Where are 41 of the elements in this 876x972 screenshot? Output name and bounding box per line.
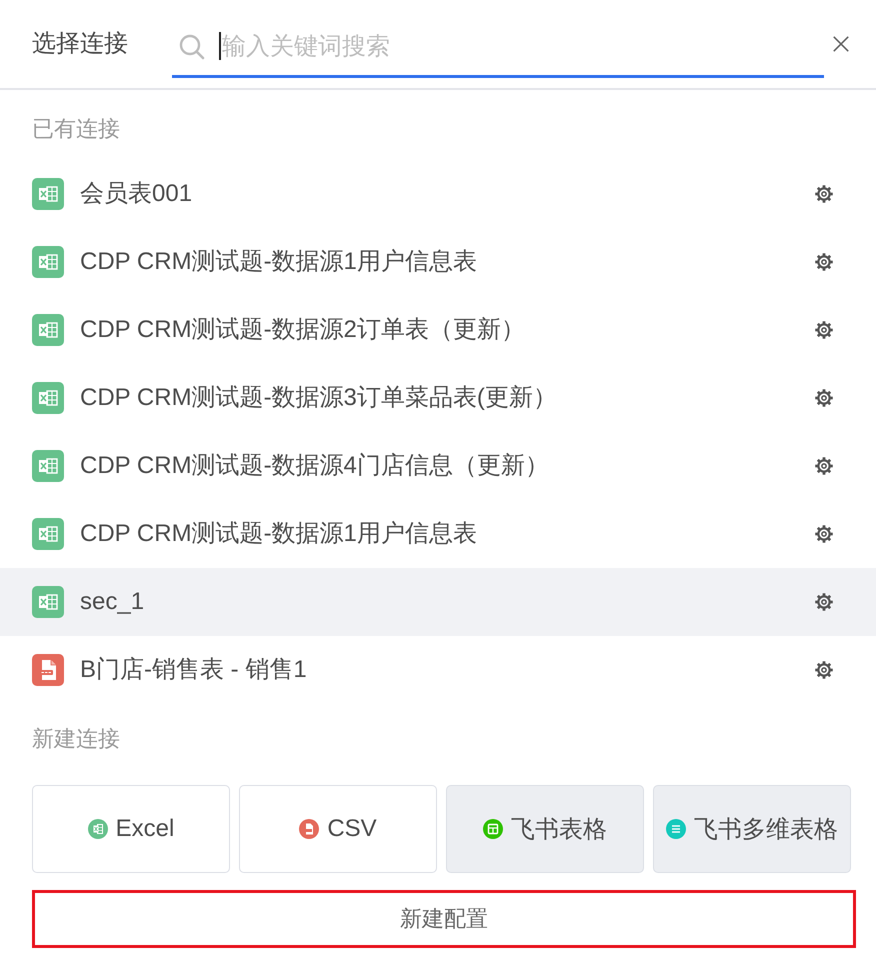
settings-icon[interactable] [814,592,834,612]
connection-name: CDP CRM测试题-数据源4门店信息（更新） [80,451,550,481]
settings-icon[interactable] [814,524,834,544]
list-icon [666,819,686,839]
spreadsheet-file-icon [32,450,64,482]
settings-icon[interactable] [814,252,834,272]
file-icon [32,654,64,686]
source-type-button[interactable]: 飞书表格 [446,785,644,873]
grid-icon [483,819,503,839]
close-icon [832,35,850,53]
connection-name: CDP CRM测试题-数据源1用户信息表 [80,247,478,277]
spreadsheet-file-icon [32,382,64,414]
connection-name: B门店-销售表 - 销售1 [80,655,308,685]
spreadsheet-file-icon [32,518,64,550]
new-config-button[interactable]: 新建配置 [32,890,856,948]
dialog-title: 选择连接 [32,29,129,59]
spreadsheet-icon [88,819,108,839]
source-type-button[interactable]: CSV [239,785,437,873]
settings-icon[interactable] [814,184,834,204]
connection-name: sec_1 [80,587,146,617]
source-type-button[interactable]: Excel [32,785,230,873]
connection-name: CDP CRM测试题-数据源1用户信息表 [80,519,478,549]
settings-icon[interactable] [814,456,834,476]
spreadsheet-file-icon [32,178,64,210]
spreadsheet-file-icon [32,246,64,278]
search-input[interactable]: 输入关键词搜索 [222,30,824,64]
section-heading: 新建连接 [31,725,121,753]
connection-name: 会员表001 [80,179,194,209]
spreadsheet-file-icon [32,586,64,618]
settings-icon[interactable] [814,320,834,340]
search-icon [178,32,206,60]
settings-icon[interactable] [814,660,834,680]
close-button[interactable] [832,35,850,53]
connection-name: CDP CRM测试题-数据源2订单表（更新） [80,315,526,345]
file-icon [299,819,320,839]
source-type-button[interactable]: 飞书多维表格 [653,785,851,873]
spreadsheet-file-icon [32,314,64,346]
connection-item[interactable]: sec_1 [0,568,876,636]
connection-name: CDP CRM测试题-数据源3订单菜品表(更新） [80,383,558,413]
section-heading: 已有连接 [31,115,121,143]
settings-icon[interactable] [814,388,834,408]
